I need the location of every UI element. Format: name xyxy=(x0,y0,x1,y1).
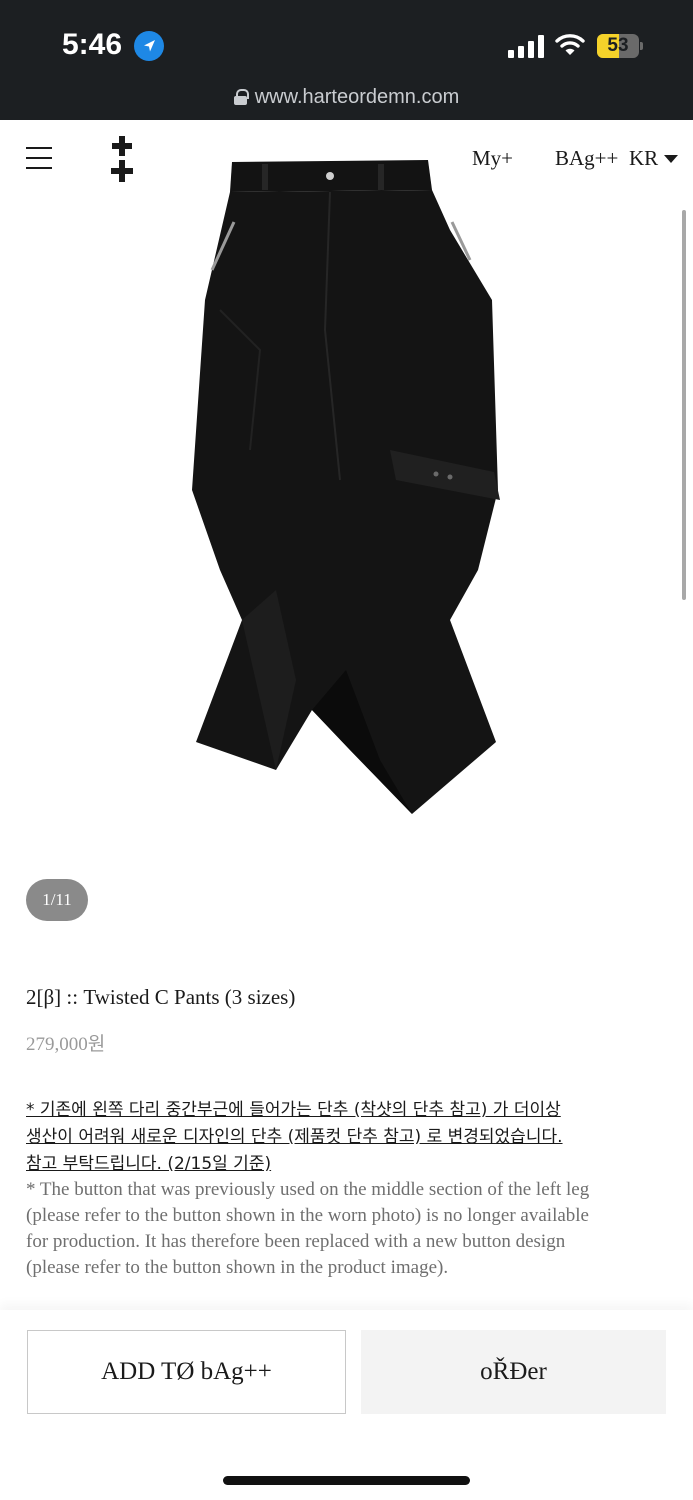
cell-signal-icon xyxy=(508,34,544,58)
image-counter-badge: 1/11 xyxy=(26,879,88,921)
notice-en-line: (please refer to the button shown in the… xyxy=(26,1205,589,1226)
notice-en-line: (please refer to the button shown in the… xyxy=(26,1257,449,1278)
address-bar[interactable]: www.harteordemn.com xyxy=(0,86,693,109)
notice-en-line: * The button that was previously used on… xyxy=(26,1179,590,1200)
battery-icon: 53 xyxy=(597,34,643,58)
product-price: 279,000원 xyxy=(26,1034,106,1055)
language-selector[interactable]: KR xyxy=(629,146,658,171)
notice-kr-line: 참고 부탁드립니다. (2/15일 기준) xyxy=(26,1154,272,1174)
bag-link[interactable]: BAg++ xyxy=(555,146,618,171)
double-cross-logo[interactable] xyxy=(110,136,134,182)
url-text: www.harteordemn.com xyxy=(254,86,460,108)
add-to-bag-button[interactable]: ADD TØ bAg++ xyxy=(27,1330,346,1414)
hamburger-menu-icon[interactable] xyxy=(26,146,52,170)
wifi-icon xyxy=(555,32,585,58)
status-time: 5:46 xyxy=(62,28,123,61)
product-title: 2[β] :: Twisted C Pants (3 sizes) xyxy=(26,985,296,1009)
notice-korean: * 기존에 왼쪽 다리 중간부근에 들어가는 단추 (착샷의 단추 참고) 가 … xyxy=(26,1097,676,1178)
home-indicator[interactable] xyxy=(223,1476,470,1485)
notice-english: * The button that was previously used on… xyxy=(26,1177,676,1281)
status-bar: 5:46 53 www.harteordemn.com xyxy=(0,0,693,120)
battery-level: 53 xyxy=(607,35,629,56)
order-button[interactable]: oŘĐer xyxy=(361,1330,666,1414)
notice-kr-line: * 기존에 왼쪽 다리 중간부근에 들어가는 단추 (착샷의 단추 참고) 가 … xyxy=(26,1100,561,1120)
location-arrow-icon xyxy=(134,31,164,61)
product-image[interactable] xyxy=(150,150,550,830)
lock-icon xyxy=(233,89,249,105)
caret-down-icon[interactable] xyxy=(664,155,678,163)
page-scrollbar[interactable] xyxy=(682,210,686,600)
notice-kr-line: 생산이 어려워 새로운 디자인의 단추 (제품컷 단추 참고) 로 변경되었습니… xyxy=(26,1127,563,1147)
notice-en-line: for production. It has therefore been re… xyxy=(26,1231,566,1252)
